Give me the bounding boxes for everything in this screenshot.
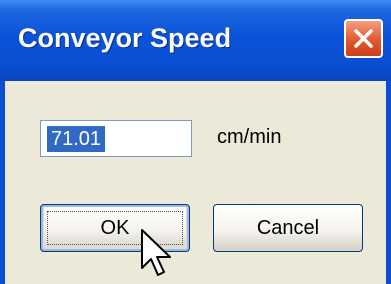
- close-icon: [354, 29, 373, 48]
- speed-value-selection: 71.01: [47, 126, 106, 152]
- close-button[interactable]: [344, 19, 383, 58]
- conveyor-speed-dialog: Conveyor Speed 71.01 cm/min OK Cancel: [0, 0, 391, 284]
- speed-input[interactable]: 71.01: [40, 120, 192, 157]
- window-frame-left: [0, 81, 5, 284]
- pointer-cursor-icon: [141, 229, 171, 276]
- window-frame-right: [386, 81, 391, 284]
- speed-unit-label: cm/min: [217, 126, 282, 148]
- title-bar[interactable]: Conveyor Speed: [0, 0, 391, 81]
- ok-button-label: OK: [100, 217, 130, 239]
- cancel-button-label: Cancel: [256, 217, 320, 239]
- cancel-button[interactable]: Cancel: [213, 204, 363, 252]
- dialog-title: Conveyor Speed: [18, 23, 232, 53]
